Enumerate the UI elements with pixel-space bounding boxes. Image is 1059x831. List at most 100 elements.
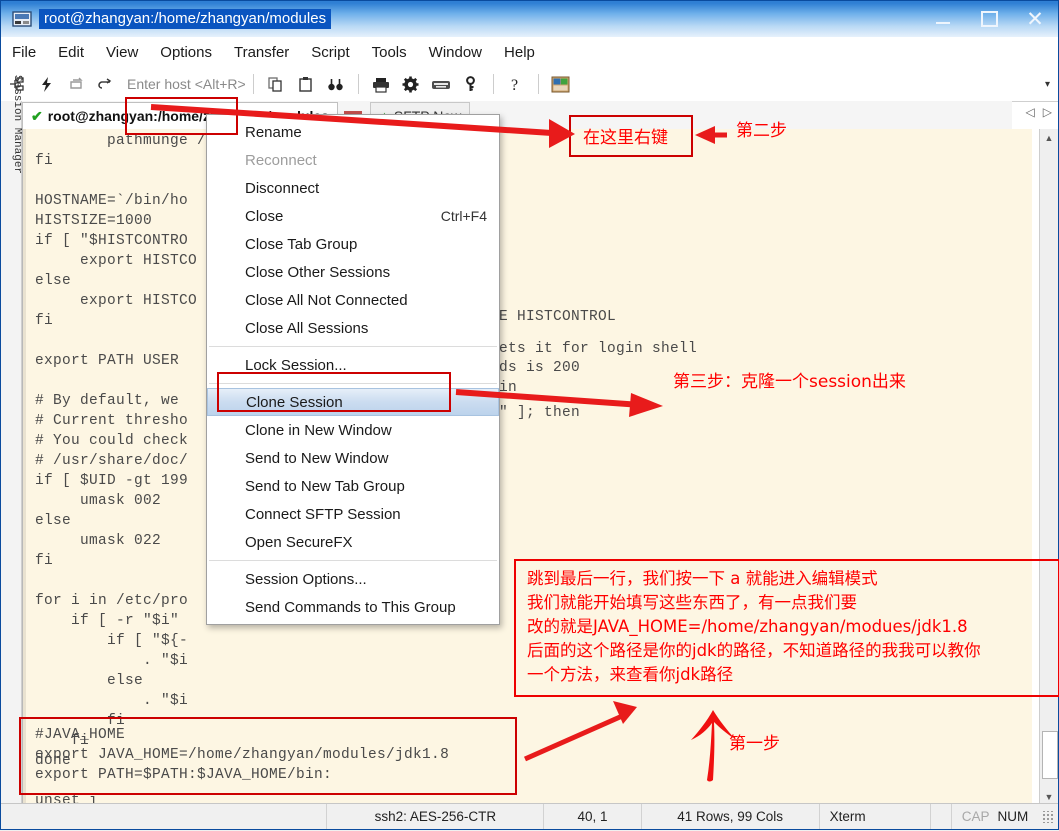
terminal-view[interactable]: pathmunge /sb fi HOSTNAME=`/bin/ho HISTS…	[22, 129, 1032, 805]
minimize-button[interactable]	[920, 1, 966, 37]
context-menu-item-connect-sftp-session[interactable]: Connect SFTP Session	[207, 500, 499, 528]
resize-grip-icon[interactable]	[1042, 811, 1054, 823]
annotation-step3-label: 第三步：克隆一个session出来	[673, 370, 906, 395]
context-menu-item-label: Clone in New Window	[245, 422, 392, 439]
terminal-fragment: E HISTCONTROL	[499, 307, 616, 327]
help-icon[interactable]: ?	[503, 71, 529, 97]
context-menu-item-disconnect[interactable]: Disconnect	[207, 174, 499, 202]
annotation-step1-label: 第一步	[729, 732, 780, 757]
status-emulation: Xterm	[820, 804, 931, 829]
toolbar-divider-3	[493, 74, 494, 94]
menu-item-window[interactable]: Window	[418, 41, 493, 64]
status-num-lock: NUM	[993, 804, 1038, 829]
window-title: root@zhangyan:/home/zhangyan/modules	[39, 9, 331, 29]
terminal-window-icon	[11, 9, 33, 29]
terminal-fragment: ds is 200	[499, 358, 580, 378]
menu-item-view[interactable]: View	[95, 41, 149, 64]
status-cursor-position: 40, 1	[544, 804, 641, 829]
context-menu-item-open-securefx[interactable]: Open SecureFX	[207, 528, 499, 556]
context-menu-item-label: Disconnect	[245, 180, 319, 197]
terminal-scrollbar[interactable]: ▲ ▼	[1039, 129, 1058, 805]
terminal-fragment: " ]; then	[499, 403, 580, 423]
context-menu-item-label: Close Tab Group	[245, 236, 357, 253]
context-menu-item-shortcut: Ctrl+F4	[441, 208, 487, 224]
status-terminal-size: 41 Rows, 99 Cols	[642, 804, 820, 829]
context-menu-item-close-other-sessions[interactable]: Close Other Sessions	[207, 258, 499, 286]
scroll-up-arrow-icon[interactable]: ▲	[1040, 129, 1058, 146]
connect-sftp-icon[interactable]	[93, 71, 119, 97]
context-menu-item-label: Rename	[245, 124, 302, 141]
annotation-box-clone-session	[217, 372, 451, 412]
context-menu-item-label: Connect SFTP Session	[245, 506, 401, 523]
menu-item-script[interactable]: Script	[300, 41, 360, 64]
print-icon[interactable]	[368, 71, 394, 97]
context-menu-item-reconnect: Reconnect	[207, 146, 499, 174]
scrollbar-thumb[interactable]	[1042, 731, 1058, 779]
connected-check-icon: ✔	[31, 108, 43, 125]
window-controls: ✕	[920, 1, 1058, 37]
context-menu-item-close-all-sessions[interactable]: Close All Sessions	[207, 314, 499, 342]
key-icon[interactable]	[458, 71, 484, 97]
status-blank	[931, 804, 952, 829]
menu-item-file[interactable]: File	[1, 41, 47, 64]
context-menu-item-label: Send to New Window	[245, 450, 388, 467]
context-menu-item-label: Close All Sessions	[245, 320, 368, 337]
session-manager-rail[interactable]: Session Manager	[1, 101, 22, 805]
keymap-editor-icon[interactable]	[428, 71, 454, 97]
host-input[interactable]: Enter host <Alt+R>	[121, 76, 246, 92]
menu-bar: FileEditViewOptionsTransferScriptToolsWi…	[1, 37, 1058, 68]
context-menu-item-label: Session Options...	[245, 571, 367, 588]
context-menu-item-label: Close All Not Connected	[245, 292, 408, 309]
status-protocol: ssh2: AES-256-CTR	[326, 804, 544, 829]
annotation-note-text: 跳到最后一行，我们按一下 a 就能进入编辑模式 我们就能开始填写这些东西了，有一…	[527, 567, 981, 687]
reconnect-icon[interactable]	[63, 71, 89, 97]
context-menu-item-close-tab-group[interactable]: Close Tab Group	[207, 230, 499, 258]
session-manager-icon[interactable]	[548, 71, 574, 97]
context-menu-item-close-all-not-connected[interactable]: Close All Not Connected	[207, 286, 499, 314]
session-context-menu[interactable]: RenameReconnectDisconnectCloseCtrl+F4Clo…	[206, 114, 500, 625]
menu-item-options[interactable]: Options	[149, 41, 223, 64]
context-menu-item-label: Send to New Tab Group	[245, 478, 405, 495]
status-caps-lock: CAP	[952, 804, 994, 829]
toolbar-divider-2	[358, 74, 359, 94]
context-menu-item-send-to-new-tab-group[interactable]: Send to New Tab Group	[207, 472, 499, 500]
context-menu-item-label: Lock Session...	[245, 357, 347, 374]
annotation-box-java-home	[19, 717, 517, 795]
status-bar: ssh2: AES-256-CTR 40, 1 41 Rows, 99 Cols…	[1, 803, 1058, 829]
terminal-fragment: in	[499, 378, 517, 398]
settings-icon[interactable]	[398, 71, 424, 97]
context-menu-item-session-options[interactable]: Session Options...	[207, 565, 499, 593]
context-menu-item-label: Send Commands to This Group	[245, 599, 456, 616]
tab-next-button[interactable]: ▷	[1043, 105, 1052, 119]
annotation-box-tab-highlight	[125, 97, 238, 135]
menu-item-tools[interactable]: Tools	[361, 41, 418, 64]
annotation-step2-label: 第二步	[736, 119, 787, 144]
paste-icon[interactable]	[293, 71, 319, 97]
toolbar-overflow-button[interactable]: ▾	[1045, 79, 1050, 90]
context-menu-item-close[interactable]: Close Ctrl+F4	[207, 202, 499, 230]
context-menu-item-send-to-new-window[interactable]: Send to New Window	[207, 444, 499, 472]
context-menu-item-label: Open SecureFX	[245, 534, 353, 551]
close-button[interactable]: ✕	[1012, 1, 1058, 37]
terminal-left-gutter	[23, 129, 26, 805]
copy-icon[interactable]	[263, 71, 289, 97]
context-menu-item-send-commands-to-this-group[interactable]: Send Commands to This Group	[207, 593, 499, 621]
context-menu-item-rename[interactable]: Rename	[207, 118, 499, 146]
context-menu-separator	[209, 560, 497, 561]
context-menu-item-clone-in-new-window[interactable]: Clone in New Window	[207, 416, 499, 444]
annotation-step2-box-label: 在这里右键	[583, 126, 668, 151]
find-icon[interactable]	[323, 71, 349, 97]
context-menu-separator	[209, 346, 497, 347]
menu-item-edit[interactable]: Edit	[47, 41, 95, 64]
crt-application-window: root@zhangyan:/home/zhangyan/modules ✕ F…	[0, 0, 1059, 830]
terminal-fragment: ets it for login shell	[499, 339, 697, 359]
menu-item-transfer[interactable]: Transfer	[223, 41, 300, 64]
svg-text:?: ?	[511, 77, 518, 93]
context-menu-item-label: Close	[245, 208, 283, 225]
menu-item-help[interactable]: Help	[493, 41, 546, 64]
maximize-button[interactable]	[966, 1, 1012, 37]
tab-prev-button[interactable]: ◁	[1026, 105, 1035, 119]
toolbar-divider	[253, 74, 254, 94]
title-bar: root@zhangyan:/home/zhangyan/modules ✕	[1, 1, 1058, 37]
quick-connect-icon[interactable]	[33, 71, 59, 97]
